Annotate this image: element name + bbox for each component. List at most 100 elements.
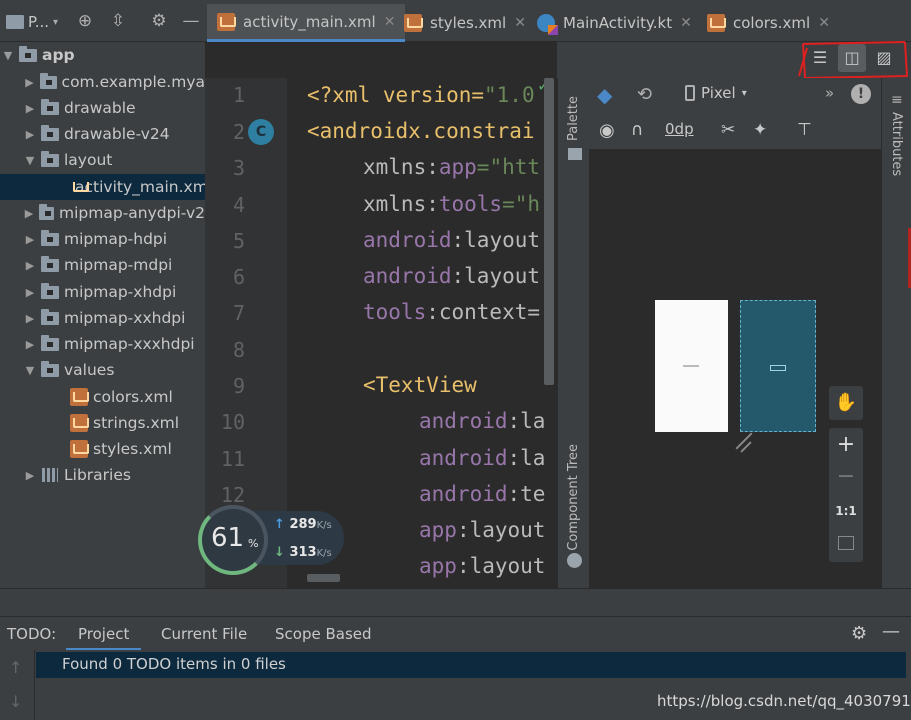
tree-item-mipmap-anydpi[interactable]: ▶ mipmap-anydpi-v2 [0,200,205,226]
collapse-all-icon[interactable]: ⇳ [107,10,129,32]
close-icon[interactable]: ✕ [818,15,830,31]
locate-target-icon[interactable]: ⊕ [74,10,96,32]
line-number: 12 [220,483,245,507]
chevron-right-icon[interactable]: ▶ [24,128,36,141]
tree-item-libraries[interactable]: ▶ Libraries [0,462,205,488]
tree-item-mipmap-mdpi[interactable]: ▶ mipmap-mdpi [0,252,205,278]
tree-item-strings[interactable]: strings.xml [0,410,205,436]
folder-icon [41,282,59,299]
project-view-switcher[interactable]: P... ▾ [6,8,58,36]
tree-item-values[interactable]: ▼ values [0,357,205,383]
pan-tool-icon[interactable]: ✋ [829,386,863,420]
palette-tab[interactable]: Palette [566,96,581,141]
chevron-down-icon[interactable]: ▼ [24,154,36,167]
rotate-icon[interactable]: ⟲ [637,84,659,106]
globe-icon[interactable] [567,553,582,568]
close-icon[interactable]: ✕ [680,15,692,31]
zoom-out-icon[interactable]: − [829,464,863,489]
xml-file-icon [70,414,89,432]
chevron-right-icon[interactable]: ▶ [24,286,36,299]
tab-styles[interactable]: styles.xml ✕ [394,4,536,42]
gear-icon[interactable]: ⚙ [851,623,867,644]
chevron-down-icon[interactable]: ▼ [2,49,14,62]
device-picker[interactable]: Pixel ▾ [685,84,747,102]
chevron-right-icon[interactable]: ▶ [24,207,34,220]
class-badge-icon[interactable]: C [248,119,274,145]
chevron-right-icon[interactable]: ▶ [24,259,36,272]
line-number: 8 [232,338,245,362]
blueprint-screen[interactable] [740,300,816,432]
tree-item-app[interactable]: ▼ app [0,42,205,68]
tree-item-label: values [64,361,115,379]
chevron-down-icon[interactable]: ▼ [24,364,36,377]
tree-item-package[interactable]: ▶ com.example.mya [0,69,205,95]
tree-item-layout[interactable]: ▼ layout [0,147,205,173]
tree-item-colors[interactable]: colors.xml [0,384,205,410]
tree-item-mipmap-hdpi[interactable]: ▶ mipmap-hdpi [0,226,205,252]
magnet-icon[interactable]: ∩ [631,120,643,140]
tree-item-mipmap-xxxhdpi[interactable]: ▶ mipmap-xxxhdpi [0,331,205,357]
component-tree-tab[interactable]: Component Tree [566,444,581,551]
chevron-right-icon[interactable]: ▶ [24,102,36,115]
minimize-icon[interactable]: — [882,621,900,642]
tree-item-label: mipmap-xxhdpi [64,309,186,327]
red-annotation-mark [798,41,909,80]
tree-item-styles[interactable]: styles.xml [0,436,205,462]
folder-icon [41,124,59,141]
editor-vertical-scrollbar[interactable] [544,78,554,385]
guidelines-icon[interactable]: ⊤ [797,120,812,140]
chevron-right-icon[interactable]: ▶ [24,312,36,325]
chevron-right-icon[interactable]: ▶ [24,76,35,89]
chevron-right-icon[interactable]: ▶ [24,338,36,351]
tree-item-drawable[interactable]: ▶ drawable [0,95,205,121]
tab-label: activity_main.xml [243,12,376,31]
tree-item-activity-main[interactable]: activity_main.xml [0,174,205,200]
more-icon[interactable]: » [825,84,834,102]
tab-activity-main[interactable]: activity_main.xml ✕ [207,4,406,42]
zoom-fit-icon[interactable] [838,536,854,550]
minimize-icon[interactable]: — [180,10,202,32]
palette-icon[interactable] [568,148,582,160]
eye-icon[interactable]: ◉ [599,120,615,141]
code-line: <androidx.constrai [307,119,535,143]
arrow-down-icon[interactable]: ↓ [9,692,22,711]
xml-file-icon [707,14,726,32]
project-tree: ▼ app ▶ com.example.mya ▶ drawable ▶ dra… [0,42,205,602]
gear-icon[interactable]: ⚙ [148,10,170,32]
clear-constraints-icon[interactable]: ✂ [721,120,735,140]
design-canvas[interactable]: ✋ + − 1:1 [589,150,881,588]
attributes-icon[interactable]: ≡ [891,92,903,108]
zoom-controls: + − 1:1 [829,428,863,562]
chevron-right-icon[interactable]: ▶ [24,469,36,482]
download-speed: ↓ 313K/s [274,545,332,560]
tree-item-mipmap-xhdpi[interactable]: ▶ mipmap-xhdpi [0,279,205,305]
tree-item-label: styles.xml [93,440,172,458]
close-icon[interactable]: ✕ [514,15,526,31]
status-separator [0,588,911,616]
warning-icon[interactable]: ! [851,84,871,104]
tree-item-label: mipmap-mdpi [64,256,173,274]
attributes-tab[interactable]: Attributes [889,112,904,176]
tab-current-file[interactable]: Current File [161,617,247,651]
zoom-actual-size[interactable]: 1:1 [829,504,863,518]
arrow-up-icon[interactable]: ↑ [9,658,22,677]
todo-result-row[interactable]: Found 0 TODO items in 0 files [36,652,906,678]
tree-item-mipmap-xxhdpi[interactable]: ▶ mipmap-xxhdpi [0,305,205,331]
layers-icon[interactable]: ◆ [597,84,619,106]
tab-mainactivity[interactable]: MainActivity.kt ✕ [527,4,702,42]
line-number: 5 [232,229,245,253]
zoom-in-icon[interactable]: + [829,432,863,457]
default-margin[interactable]: 0dp [665,120,694,138]
chevron-right-icon[interactable]: ▶ [24,233,36,246]
design-preview-screen[interactable] [655,300,728,432]
tree-item-label: com.example.mya [61,73,205,91]
tree-item-drawable-v24[interactable]: ▶ drawable-v24 [0,121,205,147]
infer-constraints-icon[interactable]: ✦ [753,120,767,140]
line-number: 11 [220,447,245,471]
line-number: 6 [232,265,245,289]
code-line: xmlns:app="htt [363,155,541,179]
tab-label: styles.xml [430,14,507,32]
tab-scope-based[interactable]: Scope Based [275,617,372,651]
tab-project[interactable]: Project [66,617,142,651]
line-number: 1 [232,83,245,107]
